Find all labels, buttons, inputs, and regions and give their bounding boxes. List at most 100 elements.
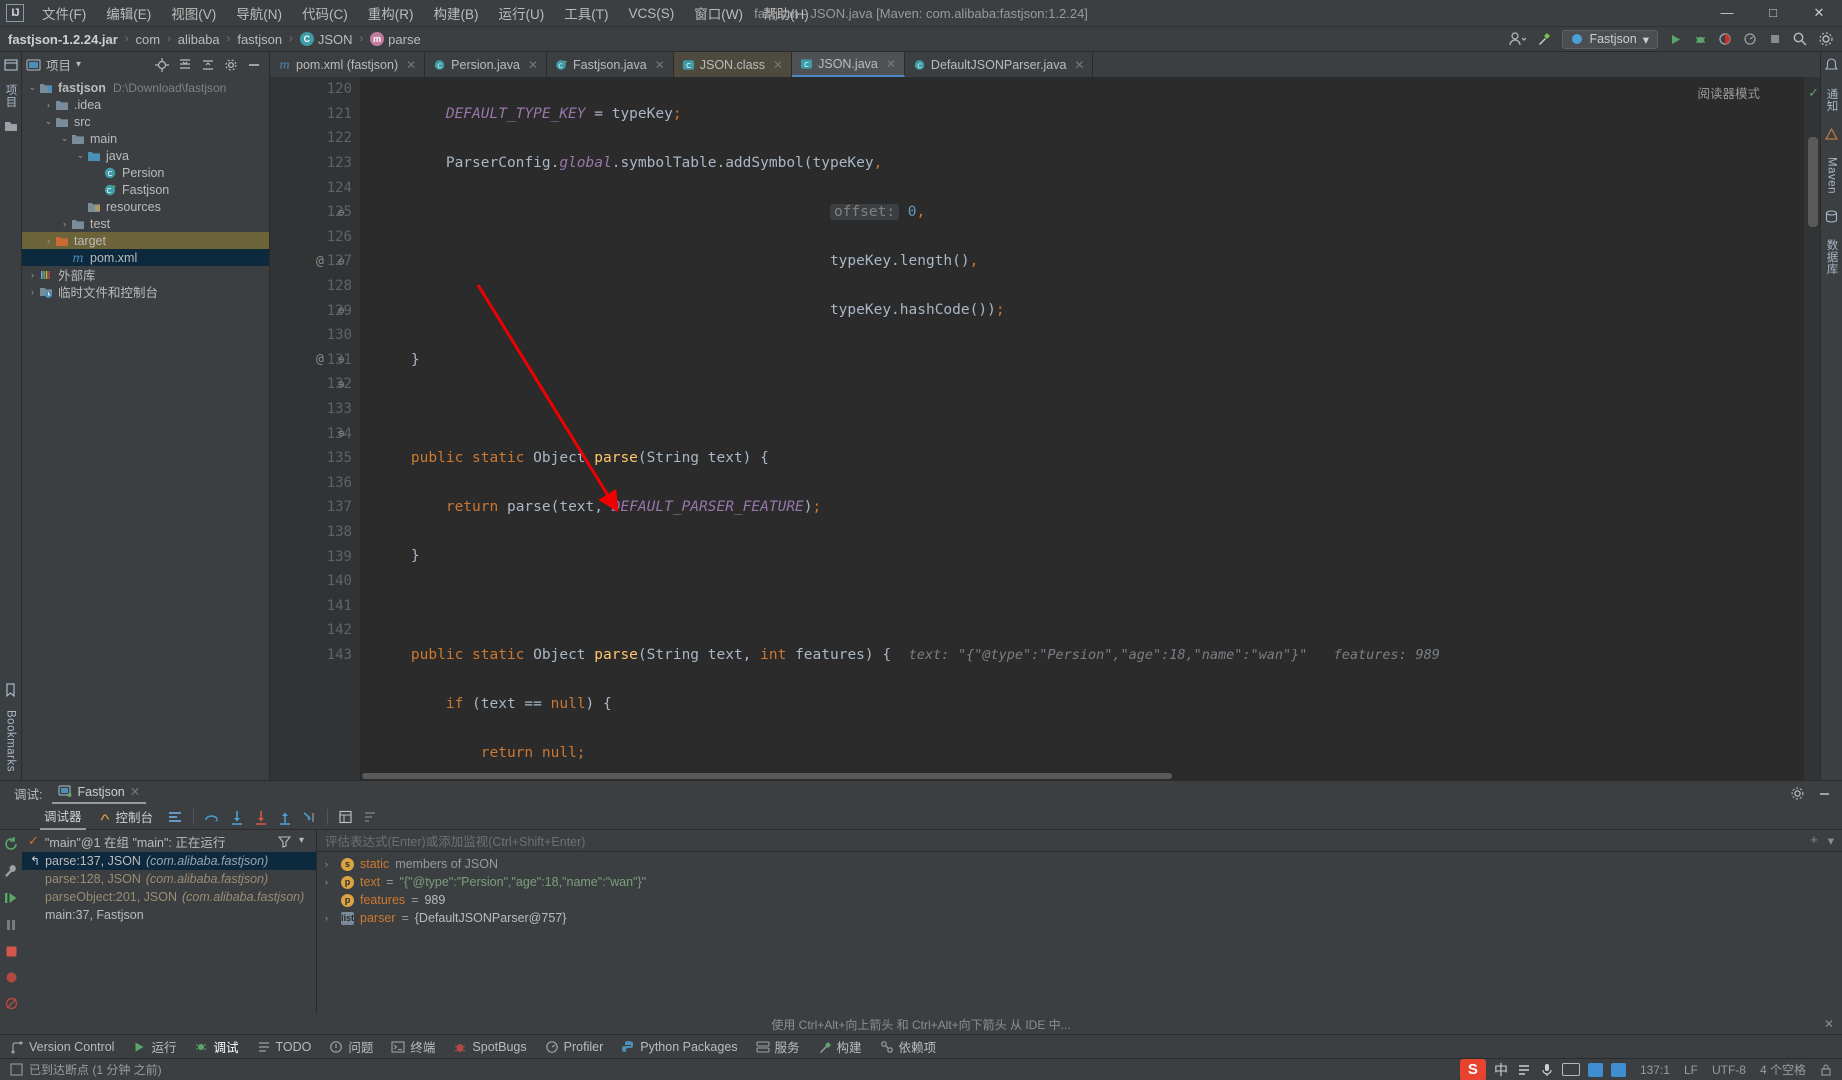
gutter-line-129[interactable]: ⊖ 129 — [270, 298, 360, 323]
tree-node-target[interactable]: › target — [22, 232, 269, 249]
gutter-line-120[interactable]: 120 — [270, 77, 360, 102]
left-strip-project-label[interactable]: 项目 — [3, 84, 19, 108]
tree-expand-arrow[interactable]: › — [58, 219, 71, 229]
search-icon[interactable] — [1792, 31, 1808, 47]
hide-panel-icon[interactable] — [1817, 786, 1832, 801]
tree-node-[interactable]: › 外部库 — [22, 266, 269, 283]
filter-icon[interactable] — [277, 835, 291, 848]
tree-node-src[interactable]: ⌄ src — [22, 113, 269, 130]
code-fold-icon[interactable]: ⊖ — [338, 427, 345, 440]
editor-code[interactable]: DEFAULT_TYPE_KEY = typeKey; ParserConfig… — [360, 77, 1804, 780]
editor-tab-fastjson.java[interactable]: C Fastjson.java ✕ — [547, 52, 674, 77]
tree-expand-arrow[interactable]: › — [26, 270, 39, 280]
tree-node-java[interactable]: ⌄ java — [22, 147, 269, 164]
breadcrumb-class[interactable]: C JSON — [298, 32, 355, 47]
gutter-line-139[interactable]: 139 — [270, 544, 360, 569]
gutter-line-130[interactable]: 130 — [270, 323, 360, 348]
step-over-icon[interactable] — [204, 810, 220, 824]
menu-window[interactable]: 窗口(W) — [684, 0, 753, 27]
breadcrumb-alibaba[interactable]: alibaba — [176, 32, 222, 47]
ime-settings-icon[interactable] — [1610, 1062, 1626, 1077]
sort-variables-icon[interactable] — [363, 810, 378, 824]
gear-icon[interactable] — [1818, 31, 1834, 47]
close-icon[interactable]: ✕ — [528, 58, 538, 72]
stop-program-icon[interactable] — [4, 944, 19, 959]
error-stripe-scrollbar-thumb[interactable] — [1808, 137, 1818, 227]
tree-expand-arrow[interactable]: › — [42, 100, 55, 110]
gutter-line-135[interactable]: 135 — [270, 446, 360, 471]
close-icon[interactable]: ✕ — [130, 784, 140, 799]
minimize-button[interactable]: — — [1704, 0, 1750, 26]
menu-file[interactable]: 文件(F) — [32, 0, 96, 27]
variable-row[interactable]: › s static members of JSON — [317, 855, 1842, 873]
tree-expand-arrow[interactable]: ⌄ — [74, 150, 87, 161]
reader-mode-label[interactable]: 阅读器模式 — [1697, 83, 1760, 102]
menu-edit[interactable]: 编辑(E) — [96, 0, 161, 27]
evaluate-expression-field[interactable]: 评估表达式(Enter)或添加监视(Ctrl+Shift+Enter) + ▾ — [317, 830, 1842, 852]
toolwindow-button-[interactable]: 调试 — [194, 1037, 239, 1056]
variable-row[interactable]: p features = 989 — [317, 891, 1842, 909]
menu-navigate[interactable]: 导航(N) — [226, 0, 292, 27]
editor-tab-defaultjsonparser.java[interactable]: C DefaultJSONParser.java ✕ — [905, 52, 1094, 77]
view-breakpoints-icon[interactable] — [4, 970, 19, 985]
maven-tool-icon[interactable] — [1825, 128, 1838, 141]
gutter-line-141[interactable]: 141 — [270, 593, 360, 618]
gutter-line-121[interactable]: 121 — [270, 102, 360, 127]
sogou-ime-icon[interactable]: S — [1459, 1058, 1486, 1080]
tree-node-resources[interactable]: resources — [22, 198, 269, 215]
watch-dropdown-icon[interactable]: ▾ — [1828, 833, 1834, 848]
close-icon[interactable]: ✕ — [773, 58, 783, 72]
gutter-line-122[interactable]: 122 — [270, 126, 360, 151]
gutter-line-127[interactable]: @ ⊖ 127 — [270, 249, 360, 274]
hammer-icon[interactable] — [1536, 31, 1552, 47]
lock-icon[interactable] — [1820, 1063, 1832, 1077]
thread-selector[interactable]: ✓ "main"@1 在组 "main": 正在运行 ▾ — [22, 830, 316, 852]
toolwindow-button-[interactable]: 问题 — [329, 1037, 373, 1056]
left-strip-bookmarks-label[interactable]: Bookmarks — [5, 710, 17, 772]
override-marker-icon[interactable]: @ — [316, 352, 324, 367]
toolwindow-button-[interactable]: 终端 — [391, 1037, 435, 1056]
menu-build[interactable]: 构建(B) — [424, 0, 489, 27]
tree-node-main[interactable]: ⌄ main — [22, 130, 269, 147]
toolwindow-button-pythonpackages[interactable]: Python Packages — [621, 1040, 738, 1054]
stack-frame-row[interactable]: main:37, Fastjson — [22, 906, 316, 924]
tree-expand-arrow[interactable]: ⌄ — [58, 133, 71, 144]
tree-node-fastjson[interactable]: ⌄ fastjson D:\Download\fastjson — [22, 79, 269, 96]
breadcrumb-jar[interactable]: fastjson-1.2.24.jar — [6, 32, 120, 47]
ime-mode-label[interactable]: 中 — [1494, 1060, 1508, 1080]
editor-code-viewport[interactable]: DEFAULT_TYPE_KEY = typeKey; ParserConfig… — [360, 77, 1804, 780]
gutter-line-140[interactable]: 140 — [270, 569, 360, 594]
stack-frame-row[interactable]: parse:128, JSON (com.alibaba.fastjson) — [22, 870, 316, 888]
gutter-line-124[interactable]: 124 — [270, 175, 360, 200]
menu-refactor[interactable]: 重构(R) — [358, 0, 424, 27]
notifications-icon[interactable] — [1825, 58, 1838, 72]
inspection-ok-icon[interactable]: ✓ — [1808, 85, 1819, 101]
toolwindow-button-versioncontrol[interactable]: Version Control — [10, 1040, 114, 1054]
close-icon[interactable]: ✕ — [655, 58, 665, 72]
step-out-icon[interactable] — [278, 810, 292, 825]
code-fold-icon[interactable]: ⊖ — [338, 255, 345, 268]
toolwindow-button-[interactable]: 服务 — [755, 1037, 800, 1056]
hide-panel-icon[interactable] — [247, 58, 261, 72]
stack-frame-row[interactable]: ↰ parse:137, JSON (com.alibaba.fastjson) — [22, 852, 316, 870]
close-icon[interactable]: ✕ — [406, 58, 416, 72]
profiler-button[interactable] — [1743, 32, 1758, 47]
menu-view[interactable]: 视图(V) — [161, 0, 226, 27]
gutter-line-125[interactable]: ⊖ 125 — [270, 200, 360, 225]
gutter-line-142[interactable]: 142 — [270, 618, 360, 643]
chevron-right-icon[interactable]: › — [325, 877, 335, 887]
chevron-down-icon[interactable]: ▾ — [299, 835, 304, 848]
editor-tab-json.class[interactable]: C JSON.class ✕ — [673, 52, 793, 77]
editor-gutter[interactable]: 120 121 122 123 124 ⊖ 125 126 @ ⊖ 127 128 ⊖ 129 130 @ ⊖ 1… — [270, 77, 360, 780]
editor-tab-pom.xmlfastjson[interactable]: m pom.xml (fastjson) ✕ — [270, 52, 426, 77]
gutter-line-128[interactable]: 128 — [270, 274, 360, 299]
tree-expand-arrow[interactable]: › — [26, 287, 39, 297]
gutter-line-136[interactable]: 136 — [270, 471, 360, 496]
structure-tool-icon[interactable] — [4, 120, 18, 132]
toolwindow-button-[interactable]: 依赖项 — [880, 1037, 936, 1056]
tree-expand-arrow[interactable]: ⌄ — [26, 82, 39, 93]
gutter-line-137[interactable]: 137 — [270, 495, 360, 520]
right-strip-maven-label[interactable]: Maven — [1826, 157, 1838, 194]
toolwindow-button-spotbugs[interactable]: SpotBugs — [453, 1040, 527, 1054]
expand-all-icon[interactable] — [178, 58, 192, 72]
